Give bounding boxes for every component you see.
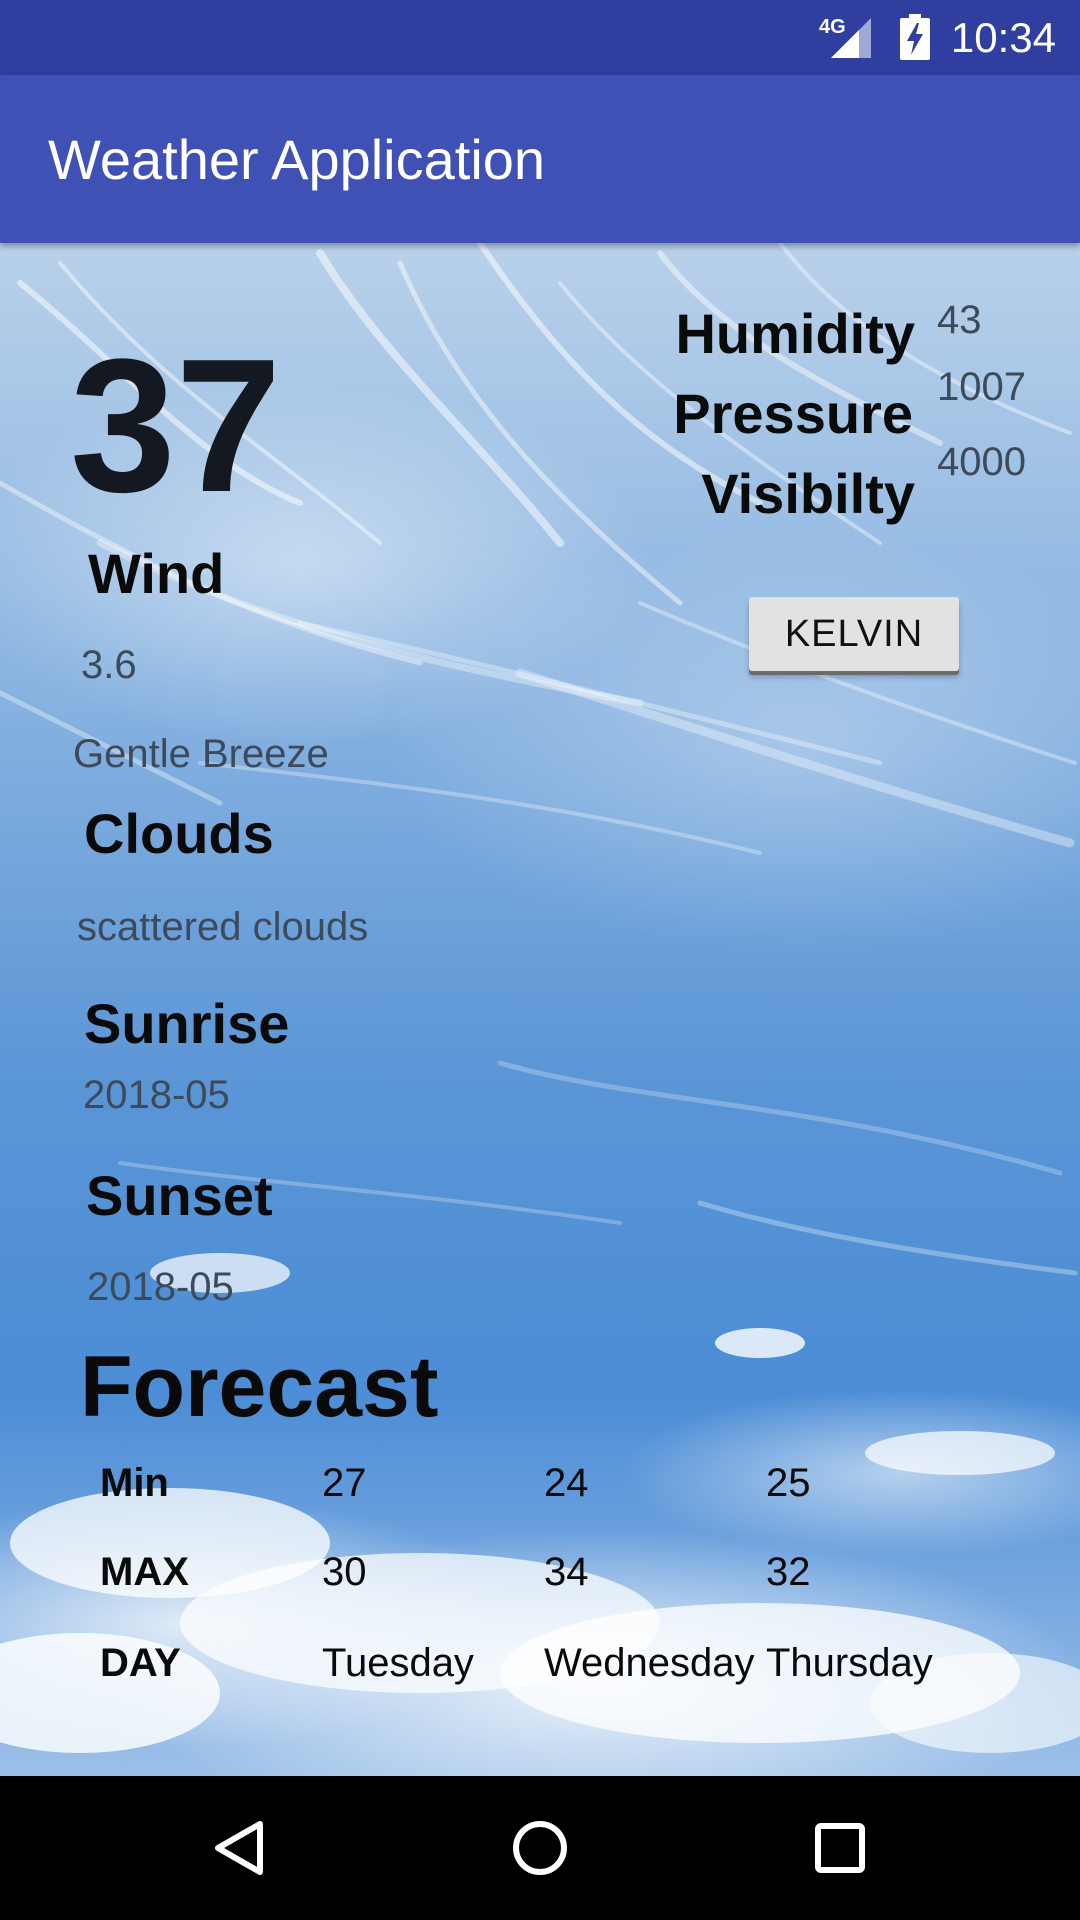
navigation-bar (0, 1776, 1080, 1920)
forecast-cell: 34 (544, 1550, 589, 1594)
visibility-value: 4000 (937, 440, 1026, 484)
clock: 10:34 (950, 14, 1056, 61)
forecast-title: Forecast (80, 1339, 439, 1435)
forecast-cell: 24 (544, 1461, 589, 1505)
humidity-label: Humidity (675, 302, 915, 365)
forecast-cell: 30 (322, 1550, 367, 1594)
home-icon[interactable] (508, 1816, 572, 1880)
forecast-cell: Tuesday (322, 1641, 474, 1685)
signal-icon: 4G (819, 16, 875, 60)
wind-label: Wind (88, 542, 225, 605)
app-bar: Weather Application (0, 75, 1080, 243)
forecast-max-label: MAX (100, 1550, 189, 1594)
pressure-label: Pressure (673, 382, 913, 445)
battery-charging-icon (900, 14, 930, 60)
pressure-value: 1007 (937, 365, 1026, 409)
clouds-value: scattered clouds (77, 905, 369, 949)
app-title: Weather Application (48, 128, 546, 191)
humidity-value: 43 (937, 298, 982, 342)
sunrise-value: 2018-05 (83, 1073, 230, 1117)
back-icon[interactable] (208, 1816, 272, 1880)
forecast-cell: Thursday (766, 1641, 933, 1685)
sunset-label: Sunset (86, 1164, 273, 1227)
weather-content: 37 Wind 3.6 Gentle Breeze Clouds scatter… (0, 243, 1080, 1776)
forecast-day-label: DAY (100, 1641, 181, 1685)
forecast-cell: 27 (322, 1461, 367, 1505)
clouds-label: Clouds (84, 802, 274, 865)
wind-description: Gentle Breeze (73, 732, 329, 776)
forecast-min-label: Min (100, 1461, 169, 1505)
status-bar: 4G 10:34 (0, 0, 1080, 75)
sunrise-label: Sunrise (84, 992, 290, 1055)
wind-value: 3.6 (81, 643, 137, 687)
current-temperature: 37 (70, 320, 282, 532)
forecast-cell: 32 (766, 1550, 811, 1594)
visibility-label: Visibilty (701, 462, 915, 525)
recents-icon[interactable] (808, 1816, 872, 1880)
kelvin-button[interactable]: KELVIN (749, 597, 959, 671)
forecast-cell: Wednesday (544, 1641, 755, 1685)
sunset-value: 2018-05 (87, 1265, 234, 1309)
forecast-cell: 25 (766, 1461, 811, 1505)
